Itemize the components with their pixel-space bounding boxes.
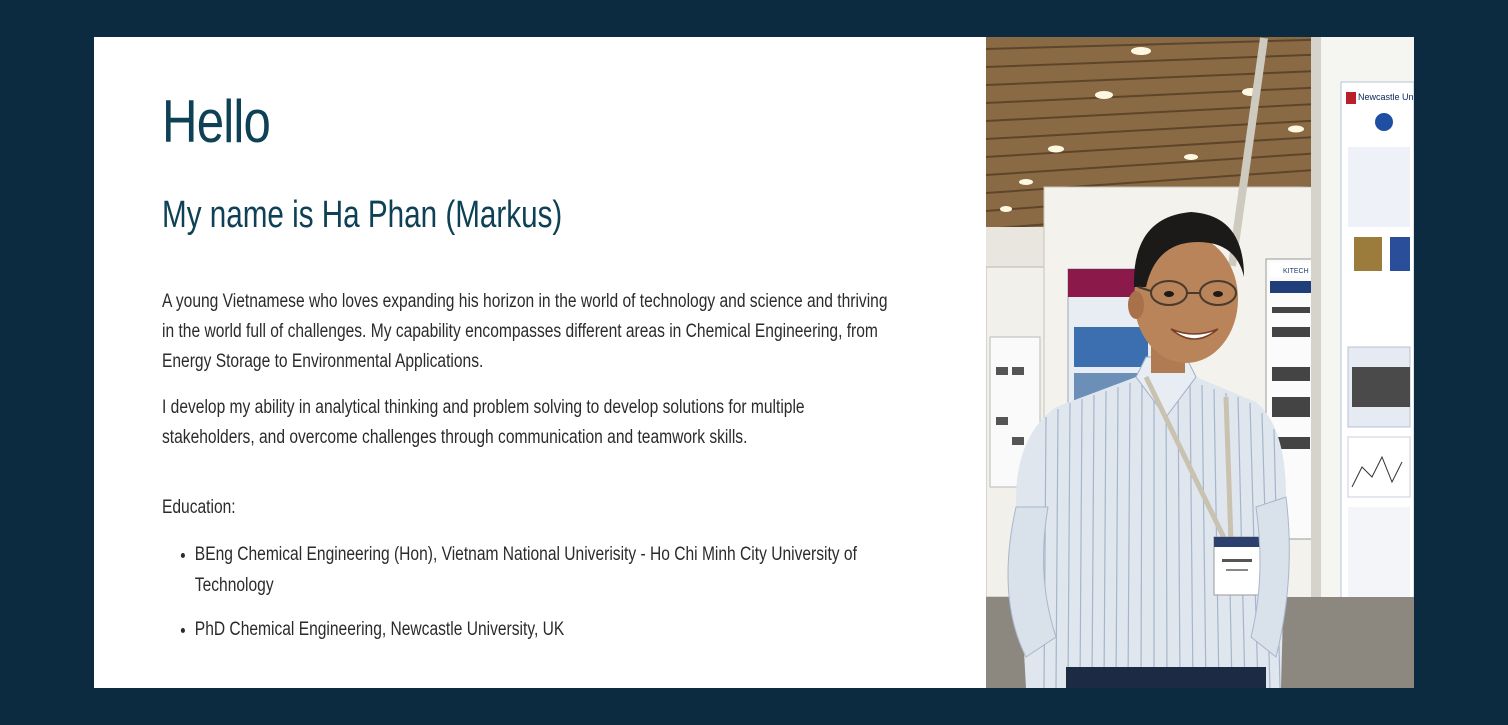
profile-photo-illustration: KITECH Newcastle University [986, 37, 1414, 688]
about-body: A young Vietnamese who loves expanding h… [162, 287, 900, 658]
greeting-heading: Hello [162, 88, 271, 155]
about-card: Hello My name is Ha Phan (Markus) A youn… [94, 37, 1414, 688]
education-label: Education: [162, 497, 236, 518]
about-text-column: Hello My name is Ha Phan (Markus) A youn… [94, 37, 986, 688]
poster-kitech-text: KITECH [1283, 268, 1309, 275]
intro-paragraph-1: A young Vietnamese who loves expanding h… [162, 291, 888, 372]
education-item-beng: BEng Chemical Engineering (Hon), Vietnam… [195, 539, 900, 601]
name-heading: My name is Ha Phan (Markus) [162, 194, 563, 236]
profile-photo: KITECH Newcastle University [986, 37, 1414, 688]
intro-paragraph-2: I develop my ability in analytical think… [162, 397, 805, 448]
poster-newcastle-logo: Newcastle University [1358, 92, 1414, 102]
education-item-phd: PhD Chemical Engineering, Newcastle Univ… [195, 614, 900, 645]
education-list: BEng Chemical Engineering (Hon), Vietnam… [162, 539, 900, 645]
